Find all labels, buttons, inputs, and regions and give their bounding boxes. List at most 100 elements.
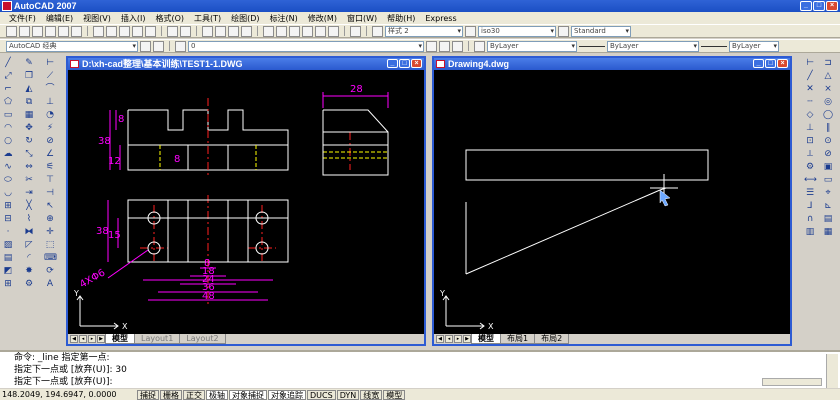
array-icon[interactable]: ▦ xyxy=(23,110,35,121)
match-properties-icon[interactable] xyxy=(132,25,143,37)
command-prompt-line[interactable]: 指定下一点或 [放弃(U)]: xyxy=(14,376,840,388)
dim-style-tool-icon[interactable]: ⚙ xyxy=(23,279,35,290)
last-tab-icon[interactable]: ▶ xyxy=(97,335,105,343)
dim-diameter-icon[interactable]: ⊘ xyxy=(44,136,56,147)
osnap-toggle[interactable]: 对象捕捉 xyxy=(229,389,267,400)
snap-intersection-icon[interactable]: ✕ xyxy=(804,84,816,95)
open-file-icon[interactable] xyxy=(19,25,30,37)
snap-none-icon[interactable]: ⊘ xyxy=(822,149,834,160)
model-toggle[interactable]: 模型 xyxy=(383,389,406,400)
gradient-icon[interactable]: ▤ xyxy=(2,253,14,264)
magnet-icon[interactable]: ∩ xyxy=(804,214,816,225)
snap-apparent-intersection-icon[interactable]: ⨯ xyxy=(822,84,834,95)
hatch-icon[interactable]: ▨ xyxy=(2,240,14,251)
line-icon[interactable]: ╱ xyxy=(2,58,14,69)
table-icon[interactable]: ⊞ xyxy=(2,279,14,290)
undo-icon[interactable] xyxy=(167,25,178,37)
tab-layout1[interactable]: Layout1 xyxy=(134,334,181,344)
text-style-combo[interactable]: 样式 2 xyxy=(385,25,463,37)
join-icon[interactable]: ⧓ xyxy=(23,227,35,238)
polyline-icon[interactable]: ⌐ xyxy=(2,84,14,95)
erase-icon[interactable]: ✎ xyxy=(23,58,35,69)
break-at-point-icon[interactable]: ╳ xyxy=(23,201,35,212)
dim-update-icon[interactable]: ⟳ xyxy=(44,266,56,277)
multiline-text-icon[interactable]: A xyxy=(44,279,56,290)
snap-tangent-icon[interactable]: ◯ xyxy=(822,110,834,121)
dim-edit-icon[interactable]: ⬚ xyxy=(44,240,56,251)
chamfer-icon[interactable]: ◸ xyxy=(23,240,35,251)
table-style-combo[interactable]: Standard xyxy=(571,25,631,37)
menu-tools[interactable]: 工具(T) xyxy=(189,13,226,24)
maximize-icon[interactable]: □ xyxy=(813,1,825,11)
view-manager-icon[interactable]: ▤ xyxy=(822,214,834,225)
menu-draw[interactable]: 绘图(D) xyxy=(226,13,264,24)
dim-linear-icon[interactable]: ⊢ xyxy=(44,58,56,69)
tab-layout2[interactable]: 布局2 xyxy=(534,334,570,344)
ortho-toggle[interactable]: 正交 xyxy=(183,389,205,400)
quick-dim-icon[interactable]: ⚟ xyxy=(44,162,56,173)
drawing-window-drawing4[interactable]: Drawing4.dwg _ □ × Y X ◀ ◂ ▸ ▶ 模型 布局1 布局… xyxy=(432,56,792,346)
named-views-icon[interactable]: ▥ xyxy=(804,227,816,238)
osnap-settings-icon[interactable]: ⚙ xyxy=(804,162,816,173)
close-icon[interactable]: × xyxy=(777,59,788,68)
table-style-icon[interactable] xyxy=(558,25,569,37)
ucs-icon[interactable]: ⅃ xyxy=(804,201,816,212)
layer-combo[interactable]: 0 xyxy=(188,40,424,52)
snap-parallel-icon[interactable]: ∥ xyxy=(822,123,834,134)
command-scrollbar[interactable] xyxy=(826,354,838,388)
move-icon[interactable]: ✥ xyxy=(23,123,35,134)
minimize-icon[interactable]: _ xyxy=(753,59,764,68)
offset-icon[interactable]: ⧉ xyxy=(23,97,35,108)
publish-icon[interactable] xyxy=(71,25,82,37)
menu-edit[interactable]: 编辑(E) xyxy=(41,13,78,24)
circle-icon[interactable]: ○ xyxy=(2,136,14,147)
rotate-icon[interactable]: ↻ xyxy=(23,136,35,147)
last-tab-icon[interactable]: ▶ xyxy=(463,335,471,343)
prev-tab-icon[interactable]: ◂ xyxy=(445,335,453,343)
dim-continue-icon[interactable]: ⊣ xyxy=(44,188,56,199)
ellipse-arc-icon[interactable]: ◡ xyxy=(2,188,14,199)
snap-extension-icon[interactable]: ┄ xyxy=(804,97,816,108)
drawing-window-test1[interactable]: D:\xh-cad整理\基本训练\TEST1-1.DWG _ □ × 28 8 … xyxy=(66,56,426,346)
otrack-toggle[interactable]: 对象追踪 xyxy=(268,389,306,400)
zoom-realtime-icon[interactable] xyxy=(215,25,226,37)
extend-icon[interactable]: ⇥ xyxy=(23,188,35,199)
snap-endpoint-icon[interactable]: ╱ xyxy=(804,71,816,82)
construction-line-icon[interactable]: ⤢ xyxy=(2,71,14,82)
snap-nearest-icon[interactable]: ⟂ xyxy=(804,149,816,160)
ducs-toggle[interactable]: DUCS xyxy=(307,389,336,400)
save-icon[interactable] xyxy=(32,25,43,37)
dim-text-edit-icon[interactable]: ⌨ xyxy=(44,253,57,264)
quick-leader-icon[interactable]: ↖ xyxy=(44,201,56,212)
zoom-previous-icon[interactable] xyxy=(241,25,252,37)
linetype-combo[interactable]: ByLayer xyxy=(607,40,699,52)
model-space-canvas[interactable]: 28 8 38 12 8 38 15 4XΦ6 8 18 24 36 48 Y … xyxy=(68,70,424,334)
menu-view[interactable]: 视图(V) xyxy=(78,13,116,24)
dim-style-icon[interactable] xyxy=(465,25,476,37)
dim-style-combo[interactable]: iso30 xyxy=(478,25,556,37)
dim-ordinate-icon[interactable]: ⊥ xyxy=(44,97,56,108)
minimize-icon[interactable]: _ xyxy=(387,59,398,68)
tracking-icon[interactable]: ⊢ xyxy=(804,58,816,69)
mirror-icon[interactable]: ◭ xyxy=(23,84,35,95)
restore-icon[interactable]: □ xyxy=(399,59,410,68)
dim-radius-icon[interactable]: ◔ xyxy=(44,110,56,121)
minimize-icon[interactable]: _ xyxy=(800,1,812,11)
zoom-window-icon[interactable] xyxy=(228,25,239,37)
text-style-icon[interactable] xyxy=(372,25,383,37)
print-icon[interactable] xyxy=(45,25,56,37)
draw-order-icon[interactable]: ▣ xyxy=(822,162,834,173)
grid-toggle[interactable]: 栅格 xyxy=(160,389,182,400)
color-combo[interactable]: ByLayer xyxy=(487,40,577,52)
model-space-canvas[interactable]: Y X xyxy=(434,70,790,334)
snap-insert-icon[interactable]: ⊡ xyxy=(804,136,816,147)
tool-palettes-icon[interactable] xyxy=(289,25,300,37)
workspace-settings-icon[interactable] xyxy=(140,40,151,52)
dim-arc-icon[interactable]: ⌒ xyxy=(44,84,56,95)
insert-block-icon[interactable]: ⊞ xyxy=(2,201,14,212)
copy-icon[interactable] xyxy=(106,25,117,37)
point-icon[interactable]: · xyxy=(2,227,14,238)
snap-quadrant-icon[interactable]: ◇ xyxy=(804,110,816,121)
region-icon[interactable]: ◩ xyxy=(2,266,14,277)
command-hscrollbar[interactable] xyxy=(762,378,822,386)
